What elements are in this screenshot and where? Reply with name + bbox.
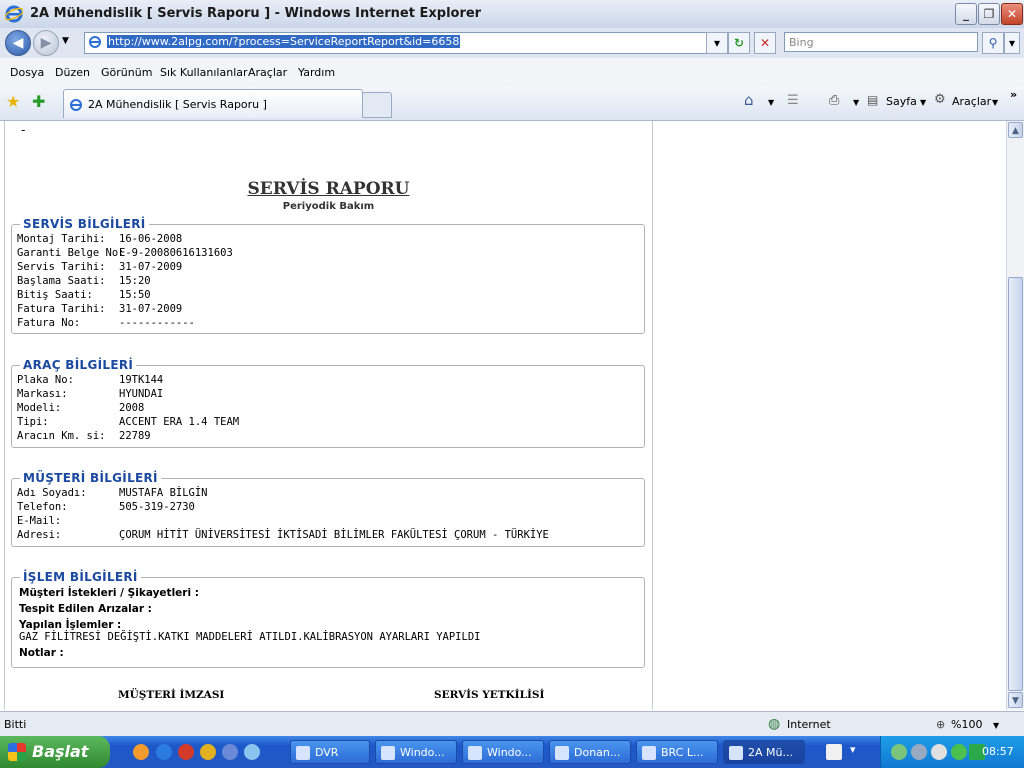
device-icon[interactable] [911, 744, 927, 760]
forward-button[interactable]: ▶ [33, 30, 59, 56]
new-tab-button[interactable] [362, 92, 392, 118]
taskbar-expand-icon[interactable]: ▾ [850, 743, 856, 756]
ie-quick-icon[interactable] [156, 744, 172, 760]
vehicle-info-legend: ARAÇ BİLGİLERİ [23, 358, 134, 372]
customer-signature-label: MÜŞTERİ İMZASI [118, 689, 225, 701]
desktop-icon[interactable] [244, 744, 260, 760]
search-icon[interactable]: ⚲ [982, 32, 1004, 54]
minimize-button[interactable]: _ [955, 3, 977, 25]
page-menu-icon: ▤ [867, 93, 879, 107]
tab-ie-icon [70, 99, 82, 111]
requests-label: Müşteri İstekleri / Şikayetleri : [19, 587, 199, 599]
windows-flag-icon [8, 743, 26, 761]
security-zone: Internet [787, 718, 831, 731]
taskbar: Başlat DVR Windo... Windo... Donan... BR… [0, 736, 1024, 768]
zoom-dropdown-icon[interactable]: ▼ [993, 721, 999, 730]
url-text[interactable]: http://www.2alpg.com/?process=ServiceRep… [107, 35, 461, 48]
tools-dropdown-icon[interactable]: ▼ [992, 98, 998, 107]
page-content: - SERVİS RAPORU Periyodik Bakım SERVİS B… [0, 121, 1006, 710]
address-dropdown-icon[interactable]: ▾ [706, 32, 728, 54]
report-page: - SERVİS RAPORU Periyodik Bakım SERVİS B… [4, 121, 653, 710]
page-icon [89, 36, 101, 48]
ie-icon [5, 5, 23, 23]
menu-tools[interactable]: Araçlar [248, 66, 287, 79]
home-icon[interactable]: ⌂ [744, 91, 754, 109]
menu-favorites[interactable]: Sık Kullanılanlar [160, 66, 248, 79]
address-field[interactable]: http://www.2alpg.com/?process=ServiceRep… [84, 32, 724, 54]
tools-menu[interactable]: Araçlar [952, 95, 991, 108]
task-brc[interactable]: BRC L... [636, 740, 718, 764]
address-row: ◀ ▶ ▼ http://www.2alpg.com/?process=Serv… [0, 28, 1024, 58]
print-icon[interactable]: ⎙ [829, 93, 839, 108]
gear-icon: ⚙ [934, 92, 946, 107]
menu-bar: Dosya Düzen Görünüm Sık Kullanılanlar Ar… [0, 58, 1024, 87]
vertical-scrollbar[interactable]: ▲ ▼ [1006, 121, 1024, 710]
firefox-icon[interactable] [133, 744, 149, 760]
service-signature-label: SERVİS YETKİLİSİ [434, 689, 545, 701]
antivirus-icon[interactable] [951, 744, 967, 760]
zoom-level[interactable]: %100 [951, 718, 982, 731]
operation-info-legend: İŞLEM BİLGİLERİ [23, 570, 138, 584]
report-subtitle: Periyodik Bakım [282, 201, 375, 212]
globe-icon: ◍ [768, 716, 781, 732]
favorites-star-icon[interactable]: ★ [6, 92, 20, 111]
close-button[interactable]: ✕ [1001, 3, 1023, 25]
menu-file[interactable]: Dosya [10, 66, 44, 79]
network-icon[interactable] [891, 744, 907, 760]
notes-label: Notlar : [19, 647, 64, 659]
scroll-up-icon[interactable]: ▲ [1008, 122, 1023, 138]
search-options-icon[interactable]: ▾ [1004, 32, 1020, 54]
faults-label: Tespit Edilen Arızalar : [19, 603, 152, 615]
report-title: SERVİS RAPORU [247, 179, 410, 199]
stop-icon[interactable]: ✕ [754, 32, 776, 54]
page-menu[interactable]: Sayfa [886, 95, 917, 108]
task-2a-muhendislik[interactable]: 2A Mü... [723, 740, 805, 764]
feeds-icon[interactable]: ☰ [787, 93, 799, 108]
service-info-legend: SERVİS BİLGİLERİ [23, 217, 146, 231]
scroll-down-icon[interactable]: ▼ [1008, 692, 1023, 708]
home-dropdown-icon[interactable]: ▼ [768, 98, 774, 107]
tab-current[interactable]: 2A Mühendislik [ Servis Raporu ] [63, 89, 363, 118]
menu-view[interactable]: Görünüm [101, 66, 152, 79]
task-dvr[interactable]: DVR [290, 740, 370, 764]
tools-quick-icon[interactable] [200, 744, 216, 760]
history-dropdown-icon[interactable]: ▼ [62, 36, 69, 46]
opera-icon[interactable] [178, 744, 194, 760]
operations-label: Yapılan İşlemler : [19, 619, 122, 631]
print-dropdown-icon[interactable]: ▼ [853, 98, 859, 107]
back-button[interactable]: ◀ [5, 30, 31, 56]
tab-label: 2A Mühendislik [ Servis Raporu ] [88, 98, 267, 111]
menu-help[interactable]: Yardım [298, 66, 335, 79]
window-title: 2A Mühendislik [ Servis Raporu ] - Windo… [30, 6, 482, 21]
task-windows-1[interactable]: Windo... [375, 740, 457, 764]
tab-bar: ★ ✚ 2A Mühendislik [ Servis Raporu ] ⌂ ▼… [0, 86, 1024, 121]
restore-button[interactable]: ❐ [978, 3, 1000, 25]
operations-text: GAZ FİLİTRESİ DEĞİŞTİ.KATKI MADDELERİ AT… [19, 631, 481, 643]
clock: 08:57 [982, 745, 1014, 758]
task-donanim[interactable]: Donan... [549, 740, 631, 764]
volume-icon[interactable] [931, 744, 947, 760]
more-commands-icon[interactable]: » [1010, 88, 1017, 101]
task-windows-2[interactable]: Windo... [462, 740, 544, 764]
page-dash: - [21, 123, 26, 137]
status-text: Bitti [4, 718, 27, 731]
start-button[interactable]: Başlat [0, 736, 110, 768]
title-bar: 2A Mühendislik [ Servis Raporu ] - Windo… [0, 0, 1024, 29]
status-bar: Bitti ◍ Internet ⊕ %100 ▼ [0, 711, 1024, 737]
zoom-icon: ⊕ [936, 718, 946, 731]
media-player-icon[interactable] [222, 744, 238, 760]
help-icon[interactable] [826, 744, 842, 760]
scroll-thumb[interactable] [1008, 277, 1023, 691]
search-input[interactable]: Bing [784, 32, 978, 52]
page-dropdown-icon[interactable]: ▼ [920, 98, 926, 107]
menu-edit[interactable]: Düzen [55, 66, 90, 79]
refresh-icon[interactable]: ↻ [728, 32, 750, 54]
customer-info-legend: MÜŞTERİ BİLGİLERİ [23, 471, 158, 485]
add-favorite-icon[interactable]: ✚ [32, 92, 45, 111]
